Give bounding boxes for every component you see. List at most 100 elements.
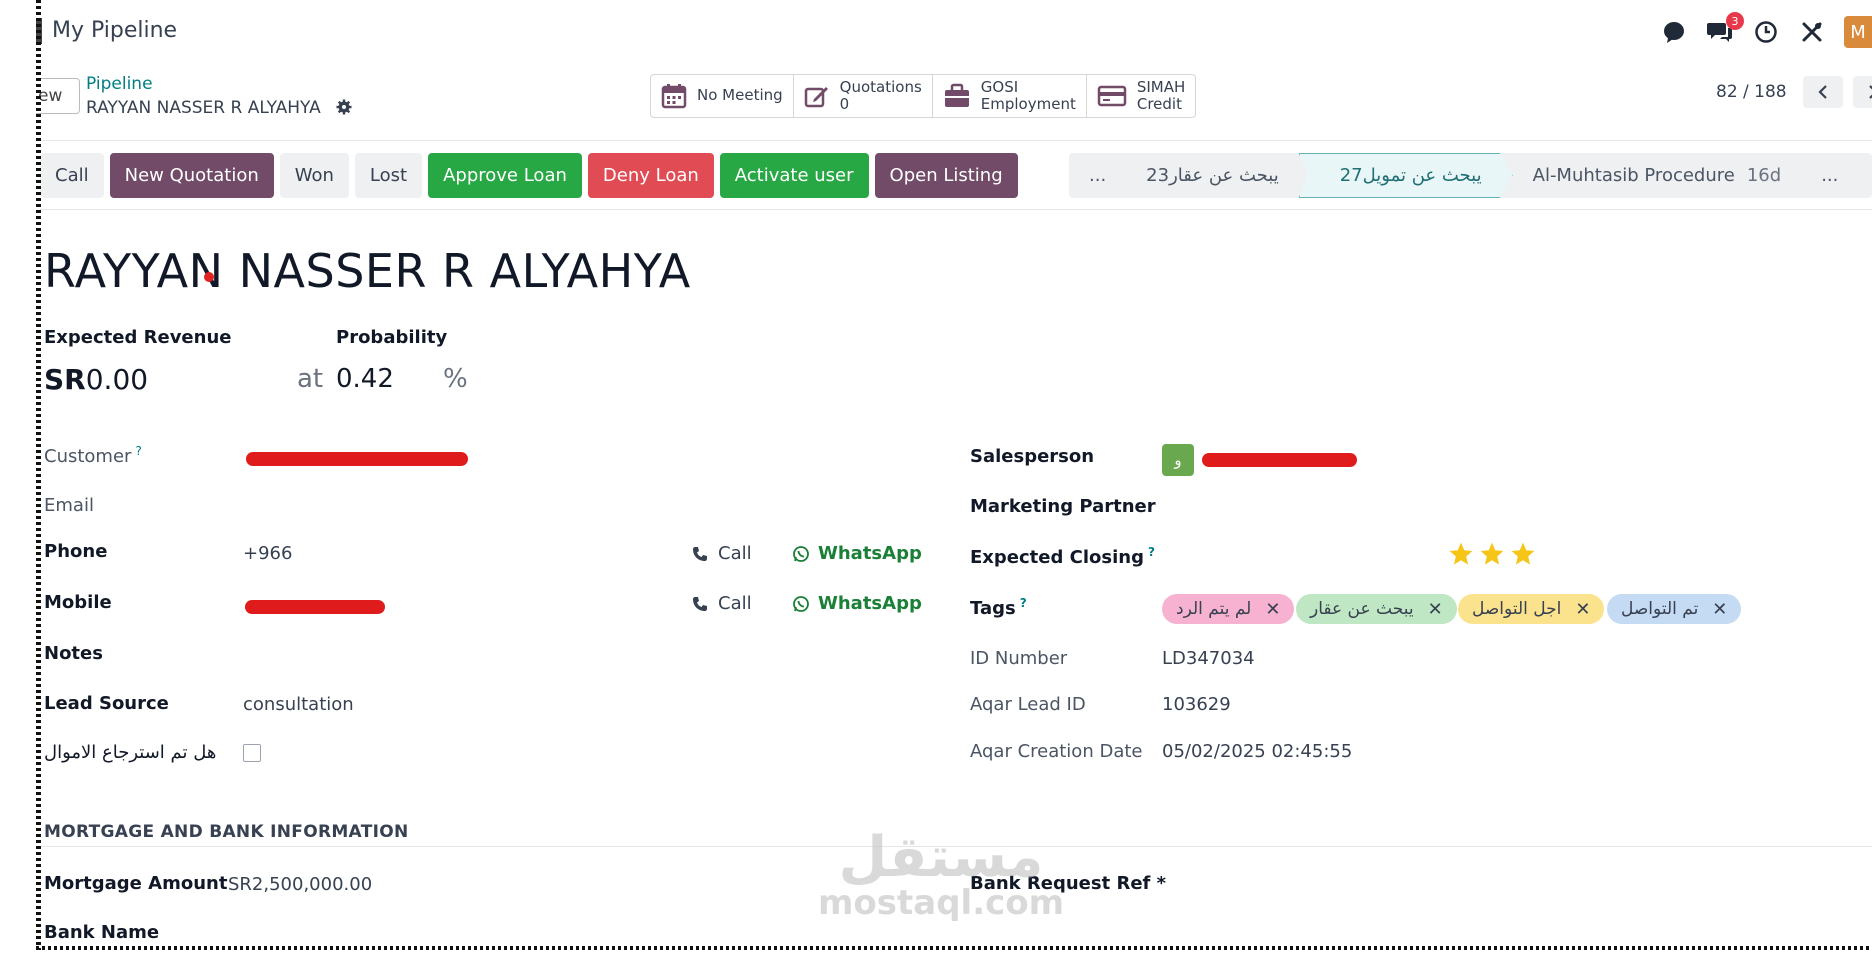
tag-remove-icon[interactable]: ✕	[1575, 599, 1590, 620]
stage-duration: 16d	[1746, 165, 1782, 186]
marketing-partner-label: Marketing Partner	[970, 496, 1156, 517]
priority-star-2[interactable]	[1479, 541, 1505, 567]
tag-no-reply: لم يتم الرد ✕	[1162, 594, 1295, 624]
selection-border-left	[36, 0, 41, 950]
smart-buttons: No Meeting Quotations 0 GOSI Employment …	[650, 74, 1197, 118]
smart-button-meeting[interactable]: No Meeting	[651, 75, 794, 117]
watermark-latin: mostaql.com	[818, 883, 1065, 923]
currency-symbol: SR	[44, 363, 86, 396]
pager-next-button[interactable]	[1852, 76, 1872, 108]
stage-al-muhtasib[interactable]: Al-Muhtasib Procedure 16d	[1513, 153, 1802, 198]
record-pager: 82 / 188	[1716, 76, 1872, 108]
won-button[interactable]: Won	[279, 153, 349, 198]
messages-icon[interactable]: 3	[1706, 12, 1744, 46]
help-icon[interactable]: ?	[1020, 596, 1027, 610]
id-number-field[interactable]: LD347034	[1162, 648, 1255, 669]
aqar-lead-id-label: Aqar Lead ID	[970, 694, 1086, 715]
mobile-whatsapp-link[interactable]: WhatsApp	[792, 593, 922, 614]
aqar-lead-id-field[interactable]: 103629	[1162, 694, 1231, 715]
phone-icon	[693, 546, 707, 561]
mortgage-section-title: MORTGAGE AND BANK INFORMATION	[44, 822, 409, 842]
phone-field[interactable]: +966	[243, 543, 292, 564]
new-button[interactable]: ew	[36, 78, 80, 114]
salesperson-avatar: و	[1162, 444, 1194, 476]
user-avatar[interactable]: M	[1844, 16, 1872, 48]
tag-label: لم يتم الرد	[1176, 599, 1252, 619]
breadcrumb-parent-link[interactable]: Pipeline	[86, 74, 153, 94]
call-button[interactable]: Call	[40, 153, 104, 198]
phone-whatsapp-link[interactable]: WhatsApp	[792, 543, 922, 564]
refund-checkbox[interactable]	[243, 744, 261, 762]
redacted-mobile[interactable]	[245, 600, 385, 614]
tag-remove-icon[interactable]: ✕	[1428, 599, 1443, 620]
tag-label: تم التواصل	[1621, 599, 1699, 619]
stage-searching-property[interactable]: 23 يبحث عن عقار	[1126, 153, 1299, 198]
expected-closing-label: Expected Closing?	[970, 545, 1155, 568]
approve-loan-button[interactable]: Approve Loan	[428, 153, 582, 198]
divider	[40, 209, 1872, 210]
redacted-customer[interactable]	[246, 452, 468, 466]
stage-label: يبحث عن عقار	[1169, 165, 1279, 186]
aqar-creation-date-label: Aqar Creation Date	[970, 741, 1143, 762]
edit-icon	[804, 87, 828, 108]
gear-icon[interactable]	[336, 99, 352, 120]
redacted-salesperson[interactable]	[1202, 453, 1357, 467]
id-number-label: ID Number	[970, 648, 1068, 669]
priority-star-3[interactable]	[1510, 541, 1536, 567]
call-link-label: Call	[718, 543, 752, 564]
tools-icon[interactable]	[1798, 18, 1826, 46]
tag-postpone-contact: اجل التواصل ✕	[1458, 594, 1605, 624]
expected-revenue-label: Expected Revenue	[44, 327, 232, 348]
call-link-label: Call	[718, 593, 752, 614]
briefcase-icon	[944, 83, 969, 107]
breadcrumb-current-label: RAYYAN NASSER R ALYAHYA	[86, 98, 321, 118]
watermark-arabic: مستقل	[838, 825, 1044, 890]
systray: 3 M	[1660, 12, 1872, 48]
calendar-icon	[661, 84, 687, 109]
smart-button-simah[interactable]: SIMAH Credit	[1087, 75, 1195, 117]
tags-label: Tags?	[970, 596, 1027, 619]
help-icon[interactable]: ?	[135, 444, 141, 458]
chat-bubble-icon[interactable]	[1660, 18, 1688, 46]
divider	[40, 140, 1872, 141]
activate-user-button[interactable]: Activate user	[719, 153, 869, 198]
deny-loan-button[interactable]: Deny Loan	[587, 153, 714, 198]
smart-button-gosi-sub: Employment	[980, 95, 1076, 113]
aqar-creation-date-field[interactable]: 05/02/2025 02:45:55	[1162, 741, 1352, 762]
priority-star-1[interactable]	[1448, 541, 1474, 567]
lead-source-field[interactable]: consultation	[243, 694, 354, 715]
phone-icon	[693, 596, 707, 611]
red-annotation-dot	[204, 272, 214, 282]
clock-icon[interactable]	[1752, 18, 1780, 46]
tag-remove-icon[interactable]: ✕	[1712, 599, 1727, 620]
pager-prev-button[interactable]	[1802, 76, 1843, 108]
phone-call-link[interactable]: Call	[692, 543, 752, 564]
expected-revenue-field[interactable]: SR0.00	[44, 363, 148, 396]
stage-searching-financing[interactable]: 27 يبحث عن تمويل	[1298, 153, 1513, 198]
lost-button[interactable]: Lost	[354, 153, 423, 198]
pager-value[interactable]: 82 / 188	[1716, 82, 1787, 102]
open-listing-button[interactable]: Open Listing	[874, 153, 1018, 198]
probability-input[interactable]: 0.42	[336, 364, 394, 394]
expected-closing-label-text: Expected Closing	[970, 547, 1144, 568]
top-navbar: My Pipeline 3 M	[52, 12, 1872, 52]
stage-label: Al-Muhtasib Procedure	[1532, 165, 1735, 186]
chevron-right-icon	[1868, 85, 1872, 99]
tag-remove-icon[interactable]: ✕	[1265, 599, 1280, 620]
stage-count: 23	[1146, 165, 1170, 186]
phone-label: Phone	[44, 541, 108, 562]
smart-button-gosi[interactable]: GOSI Employment	[933, 75, 1087, 117]
whatsapp-icon	[793, 595, 809, 612]
stage-more-right[interactable]: ...	[1801, 153, 1858, 198]
help-icon[interactable]: ?	[1148, 545, 1155, 559]
record-title[interactable]: RAYYAN NASSER R ALYAHYA	[44, 244, 691, 298]
new-quotation-button[interactable]: New Quotation	[109, 153, 274, 198]
stage-more-left[interactable]: ...	[1069, 153, 1126, 198]
at-label: at	[297, 364, 324, 394]
mortgage-amount-field[interactable]: SR2,500,000.00	[228, 874, 372, 895]
email-label: Email	[44, 495, 94, 516]
smart-button-quotations[interactable]: Quotations 0	[794, 75, 933, 117]
mobile-call-link[interactable]: Call	[692, 593, 752, 614]
notification-badge: 3	[1726, 12, 1744, 30]
mobile-label: Mobile	[44, 592, 112, 613]
